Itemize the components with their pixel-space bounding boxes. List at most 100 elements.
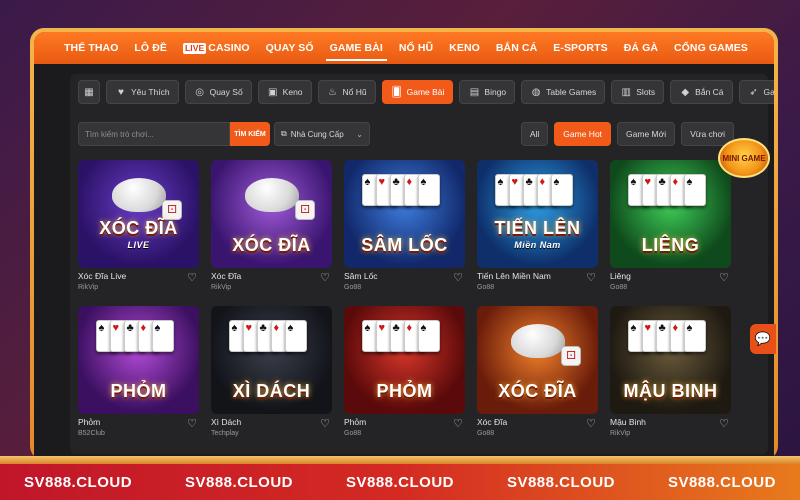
category-chip-1[interactable]: ♥ Yêu Thích (106, 80, 179, 104)
playing-cards-graphic: ♠ ♥ ♣ ♦ ♠ (361, 320, 440, 352)
nav-item-1[interactable]: LÔ ĐỀ (134, 32, 167, 64)
bowl-graphic (244, 178, 299, 212)
game-art-title: LIÊNG (642, 236, 700, 254)
game-card[interactable]: ♠ ♥ ♣ ♦ ♠ LIÊNG Liêng Go88 ♡ (610, 160, 731, 294)
category-chip-0[interactable]: ▦ (78, 80, 100, 104)
category-chip-8[interactable]: ▥ Slots (611, 80, 665, 104)
game-art-text: XÓC ĐĨA (498, 381, 577, 401)
category-label: Game Bài (406, 87, 445, 97)
heart-icon[interactable]: ♡ (586, 271, 596, 284)
chat-icon[interactable]: 💬 (750, 324, 776, 354)
game-thumbnail[interactable]: ⚀ XÓC ĐĨA (211, 160, 332, 268)
playing-cards-graphic: ♠ ♥ ♣ ♦ ♠ (95, 320, 174, 352)
game-art-text: XÓC ĐĨA (99, 218, 178, 238)
game-card[interactable]: ⚀ XÓC ĐĨA Xóc Đĩa Go88 ♡ (477, 306, 598, 440)
game-card[interactable]: ♠ ♥ ♣ ♦ ♠ MẬU BINH Mậu Binh RikVip ♡ (610, 306, 731, 440)
slots-icon: ▥ (621, 86, 631, 98)
game-thumbnail[interactable]: ⚀ XÓC ĐĨA LIVE (78, 160, 199, 268)
game-provider: Techplay (211, 430, 239, 437)
game-provider: Go88 (477, 284, 495, 291)
nav-item-4[interactable]: GAME BÀI (325, 32, 388, 64)
game-thumbnail[interactable]: ♠ ♥ ♣ ♦ ♠ MẬU BINH (610, 306, 731, 414)
game-thumbnail[interactable]: ♠ ♥ ♣ ♦ ♠ PHỎM (78, 306, 199, 414)
game-meta: Liêng Go88 ♡ (610, 271, 731, 297)
category-label: Games Nhanh (763, 87, 774, 97)
game-art-title: XÓC ĐĨA (232, 236, 311, 254)
category-chip-9[interactable]: ◆ Bắn Cá (670, 80, 733, 104)
game-provider: RikVip (610, 430, 631, 437)
provider-icon: ⧉ (281, 129, 287, 138)
heart-icon[interactable]: ♡ (187, 417, 197, 430)
nav-item-5[interactable]: NỔ HŨ (399, 32, 433, 64)
nav-item-10[interactable]: CỔNG GAMES (674, 32, 748, 64)
category-chip-2[interactable]: ◎ Quay Số (184, 80, 252, 104)
category-label: Bingo (484, 87, 507, 97)
playing-cards-graphic: ♠ ♥ ♣ ♦ ♠ (228, 320, 307, 352)
game-card[interactable]: ♠ ♥ ♣ ♦ ♠ XÌ DÁCH Xì Dách Techplay ♡ (211, 306, 332, 440)
heart-icon: ♥ (118, 86, 124, 98)
provider-dropdown[interactable]: ⧉ Nhà Cung Cấp ⌄ (274, 122, 370, 146)
heart-icon[interactable]: ♡ (453, 417, 463, 430)
game-thumbnail[interactable]: ⚀ XÓC ĐĨA (477, 306, 598, 414)
filter-button-2[interactable]: Game Mới (617, 122, 676, 146)
nav-item-0[interactable]: THỂ THAO (64, 32, 118, 64)
nav-item-label: CASINO (208, 42, 250, 54)
category-chip-5[interactable]: 🂠 Game Bài (381, 80, 454, 104)
category-chip-3[interactable]: ▣ Keno (257, 80, 312, 104)
game-art-text: MẬU BINH (623, 381, 718, 401)
mini-game-badge[interactable]: MINI GAME (718, 138, 770, 178)
heart-icon[interactable]: ♡ (586, 417, 596, 430)
heart-icon[interactable]: ♡ (453, 271, 463, 284)
game-thumbnail[interactable]: ♠ ♥ ♣ ♦ ♠ XÌ DÁCH (211, 306, 332, 414)
game-card[interactable]: ♠ ♥ ♣ ♦ ♠ TIẾN LÊN Miền Nam Tiến Lên Miền Nam Go… (477, 160, 598, 294)
game-art-title: SÂM LỐC (361, 235, 448, 255)
filter-button-1[interactable]: Game Hot (554, 122, 612, 146)
watermark-text: SV888.CLOUD (506, 473, 615, 491)
game-name: Mậu Binh (610, 417, 646, 427)
game-thumbnail[interactable]: ♠ ♥ ♣ ♦ ♠ TIẾN LÊN Miền Nam (477, 160, 598, 268)
game-card[interactable]: ♠ ♥ ♣ ♦ ♠ PHỎM Phỏm B52Club ♡ (78, 306, 199, 440)
category-label: Bắn Cá (695, 87, 724, 97)
game-thumbnail[interactable]: ♠ ♥ ♣ ♦ ♠ SÂM LỐC (344, 160, 465, 268)
nav-item-8[interactable]: E-SPORTS (553, 32, 607, 64)
game-art-text: PHỎM (376, 381, 433, 401)
heart-icon[interactable]: ♡ (320, 417, 330, 430)
game-art-title: PHỎM (111, 382, 167, 400)
game-provider: B52Club (78, 430, 105, 437)
filter-button-0[interactable]: All (520, 122, 549, 146)
nav-item-label: BẮN CÁ (495, 42, 538, 54)
game-card[interactable]: ♠ ♥ ♣ ♦ ♠ PHỎM Phỏm Go88 ♡ (344, 306, 465, 440)
game-card[interactable]: ♠ ♥ ♣ ♦ ♠ SÂM LỐC Sâm Lốc Go88 ♡ (344, 160, 465, 294)
game-art-text: SÂM LỐC (361, 235, 448, 255)
nav-item-7[interactable]: BẮN CÁ (496, 32, 537, 64)
game-meta: Sâm Lốc Go88 ♡ (344, 271, 465, 297)
search-input[interactable] (78, 122, 230, 146)
playing-card-icon: ♠ (284, 320, 307, 352)
category-chip-10[interactable]: ➶ Games Nhanh (738, 80, 774, 104)
category-chip-7[interactable]: ◍ Table Games (521, 80, 606, 104)
nav-item-3[interactable]: QUAY SỐ (266, 32, 314, 64)
playing-card-icon: ♠ (550, 174, 573, 206)
chevron-down-icon: ⌄ (356, 129, 363, 139)
game-name: Xóc Đĩa Live (78, 271, 127, 281)
keno-icon: ▣ (267, 86, 278, 98)
game-card[interactable]: ⚀ XÓC ĐĨA LIVE Xóc Đĩa Live RikVip ♡ (78, 160, 199, 294)
category-chip-4[interactable]: ♨ Nổ Hũ (317, 80, 376, 104)
game-art-title: XÓC ĐĨA (498, 381, 577, 401)
heart-icon[interactable]: ♡ (187, 271, 197, 284)
nav-item-9[interactable]: ĐÁ GÀ (624, 32, 658, 64)
nav-item-6[interactable]: KENO (449, 32, 480, 64)
game-thumbnail[interactable]: ♠ ♥ ♣ ♦ ♠ LIÊNG (610, 160, 731, 268)
heart-icon[interactable]: ♡ (719, 271, 729, 284)
category-chip-6[interactable]: ▤ Bingo (459, 80, 516, 104)
game-name: Tiến Lên Miền Nam (477, 271, 551, 281)
search-button[interactable]: TÌM KIẾM (230, 122, 270, 146)
game-provider: RikVip (78, 284, 99, 291)
dice-icon: ⚀ (561, 346, 581, 366)
heart-icon[interactable]: ♡ (719, 417, 729, 430)
heart-icon[interactable]: ♡ (320, 271, 330, 284)
nav-item-2[interactable]: LIVE CASINO (182, 32, 250, 64)
game-thumbnail[interactable]: ♠ ♥ ♣ ♦ ♠ PHỎM (344, 306, 465, 414)
game-card[interactable]: ⚀ XÓC ĐĨA Xóc Đĩa RikVip ♡ (211, 160, 332, 294)
game-name: Liêng (610, 271, 631, 281)
